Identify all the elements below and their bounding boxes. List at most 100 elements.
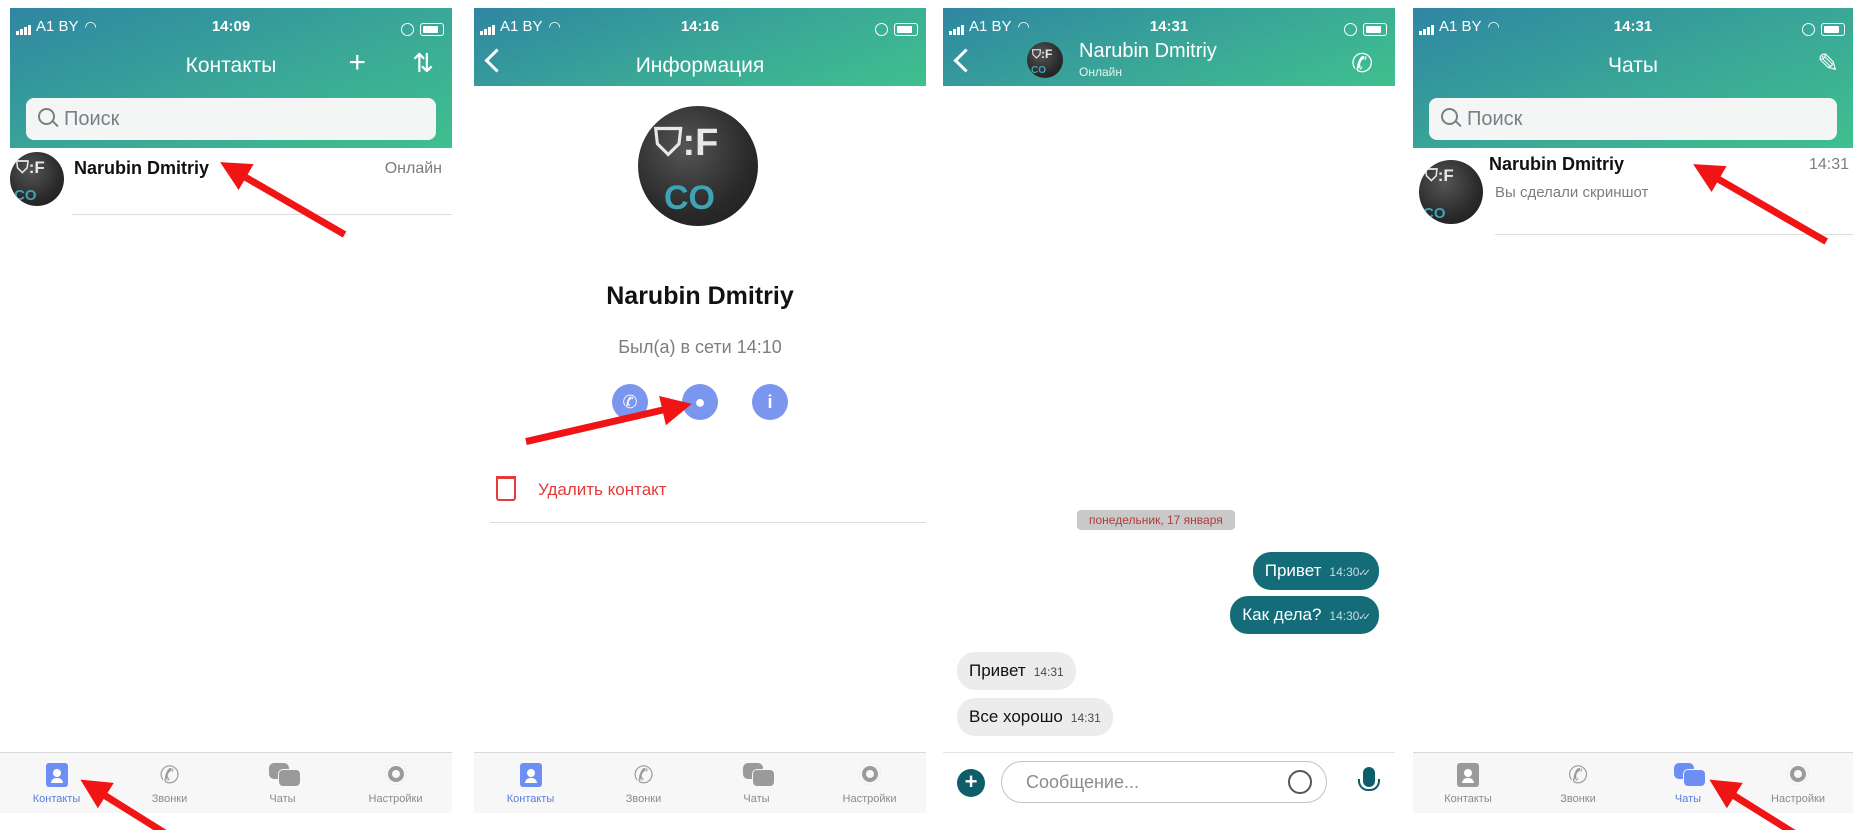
message-text: Как дела? xyxy=(1242,605,1322,624)
status-bar: A1 BY ◠ 14:16 xyxy=(474,14,926,36)
tab-settings[interactable]: Настройки xyxy=(813,753,926,813)
message-bubble-incoming[interactable]: Привет 14:31 xyxy=(957,652,1076,690)
compose-button[interactable]: ✎ xyxy=(1817,48,1839,78)
date-separator: понедельник, 17 января xyxy=(1077,510,1235,530)
status-time: 14:16 xyxy=(680,18,720,35)
status-time: 14:31 xyxy=(1149,18,1189,35)
phone-icon: ✆ xyxy=(622,392,638,412)
phone-icon: ✆ xyxy=(1351,48,1373,78)
tab-calls[interactable]: ✆ Звонки xyxy=(113,753,226,813)
gear-icon xyxy=(1787,763,1809,785)
tab-bar: Контакты ✆ Звонки Чаты Настройки xyxy=(0,752,452,813)
timer-icon[interactable] xyxy=(1288,770,1312,794)
sort-button[interactable]: ⇅ xyxy=(412,48,434,78)
chat-header: A1 BY ◠ 14:31 ⛉:F CO Narubin Dmitriy Онлай… xyxy=(943,8,1395,86)
page-title: Чаты xyxy=(1608,54,1658,77)
divider xyxy=(490,522,926,523)
chat-time: 14:31 xyxy=(1808,156,1849,173)
tab-settings[interactable]: Настройки xyxy=(1743,753,1853,813)
search-field[interactable]: Поиск xyxy=(1429,98,1837,140)
chat-screen: A1 BY ◠ 14:31 ⛉:F CO Narubin Dmitriy Онлай… xyxy=(943,0,1395,830)
avatar: ⛉:F CO xyxy=(1419,160,1483,224)
chat-preview: Вы сделали скриншот xyxy=(1495,184,1649,201)
contacts-icon xyxy=(1457,763,1479,787)
search-placeholder: Поиск xyxy=(1467,108,1523,130)
contact-name: Narubin Dmitriy xyxy=(74,158,210,178)
chats-icon xyxy=(1674,763,1706,787)
divider xyxy=(1495,234,1853,235)
gear-icon xyxy=(858,763,881,785)
call-button[interactable]: ✆ xyxy=(1351,48,1373,78)
page-title: Контакты xyxy=(185,54,277,77)
chat-contact-name: Narubin Dmitriy xyxy=(1079,40,1217,62)
info-button[interactable]: i xyxy=(752,384,788,420)
annotation-arrow xyxy=(230,166,347,238)
message-bubble-outgoing[interactable]: Привет 14:30 xyxy=(1252,552,1379,590)
avatar: ⛉:F CO xyxy=(638,106,758,226)
sort-icon: ⇅ xyxy=(412,48,434,78)
last-seen: Был(а) в сети 14:10 xyxy=(618,337,782,357)
status-bar: A1 BY ◠ 14:31 xyxy=(943,14,1395,36)
phone-icon: ✆ xyxy=(159,762,180,789)
message-text: Все хорошо xyxy=(969,707,1063,726)
battery-icon xyxy=(1821,22,1845,36)
chats-icon xyxy=(742,763,775,787)
search-field[interactable]: Поиск xyxy=(26,98,436,140)
compose-icon: ✎ xyxy=(1817,48,1839,78)
chat-bubble-icon: ● xyxy=(694,392,706,412)
page-title: Информация xyxy=(635,54,765,77)
info-icon: i xyxy=(767,392,773,412)
contact-name: Narubin Dmitriy xyxy=(606,282,794,310)
battery-icon xyxy=(420,22,444,36)
info-screen: A1 BY ◠ 14:16 Информация ⛉:F CO Narubin Dm… xyxy=(474,0,926,830)
avatar-logo: ⛉:F xyxy=(1032,47,1053,61)
tab-contacts[interactable]: Контакты xyxy=(474,753,587,813)
status-bar: A1 BY ◠ 14:09 xyxy=(10,14,452,36)
message-time: 14:30 xyxy=(1329,565,1367,579)
tab-calls[interactable]: ✆ Звонки xyxy=(587,753,700,813)
rotation-lock-icon xyxy=(875,22,888,36)
tab-bar: Контакты ✆ Звонки Чаты Настройки xyxy=(1413,752,1853,813)
message-composer: + Сообщение... xyxy=(943,752,1395,813)
rotation-lock-icon xyxy=(401,22,414,36)
message-bubble-outgoing[interactable]: Как дела? 14:30 xyxy=(1230,596,1379,634)
avatar: ⛉:F CO xyxy=(10,152,64,206)
attach-button[interactable]: + xyxy=(957,769,985,797)
annotation-arrow xyxy=(525,403,679,446)
contacts-header: A1 BY ◠ 14:09 Контакты + ⇅ Поиск xyxy=(10,8,452,148)
info-header: A1 BY ◠ 14:16 Информация xyxy=(474,8,926,86)
back-button[interactable] xyxy=(953,48,978,73)
contacts-screen: A1 BY ◠ 14:09 Контакты + ⇅ Поиск ⛉:F CO Na… xyxy=(0,0,452,830)
battery-icon xyxy=(1363,22,1387,36)
chats-header: A1 BY ◠ 14:31 Чаты ✎ Поиск xyxy=(1413,8,1853,148)
message-placeholder: Сообщение... xyxy=(1026,772,1139,792)
search-icon xyxy=(38,108,55,125)
contact-status: Онлайн xyxy=(384,160,442,177)
add-contact-button[interactable]: + xyxy=(348,48,366,78)
chat-name: Narubin Dmitriy xyxy=(1489,154,1625,174)
message-text: Привет xyxy=(1264,561,1322,580)
plus-icon: + xyxy=(964,769,978,794)
message-bubble-incoming[interactable]: Все хорошо 14:31 xyxy=(957,698,1113,736)
avatar-logo: ⛉:F xyxy=(1425,166,1454,185)
battery-icon xyxy=(894,22,918,36)
message-time: 14:31 xyxy=(1070,711,1101,725)
chats-screen: A1 BY ◠ 14:31 Чаты ✎ Поиск ⛉:F CO Narubin … xyxy=(1413,0,1853,830)
chat-contact-status: Онлайн xyxy=(1079,65,1122,79)
microphone-icon[interactable] xyxy=(1358,767,1380,791)
tab-settings[interactable]: Настройки xyxy=(339,753,452,813)
gear-icon xyxy=(384,763,407,785)
rotation-lock-icon xyxy=(1344,22,1357,36)
tab-chats[interactable]: Чаты xyxy=(700,753,813,813)
message-input[interactable]: Сообщение... xyxy=(1001,761,1327,803)
message-text: Привет xyxy=(969,661,1026,680)
tab-calls[interactable]: ✆ Звонки xyxy=(1523,753,1633,813)
phone-icon: ✆ xyxy=(1567,762,1589,789)
phone-icon: ✆ xyxy=(633,762,654,789)
tab-contacts[interactable]: Контакты xyxy=(1413,753,1523,813)
avatar: ⛉:F CO xyxy=(1027,42,1063,78)
tab-chats[interactable]: Чаты xyxy=(226,753,339,813)
avatar-logo: ⛉:F xyxy=(654,122,719,164)
chats-icon xyxy=(268,763,301,787)
divider xyxy=(72,214,452,215)
